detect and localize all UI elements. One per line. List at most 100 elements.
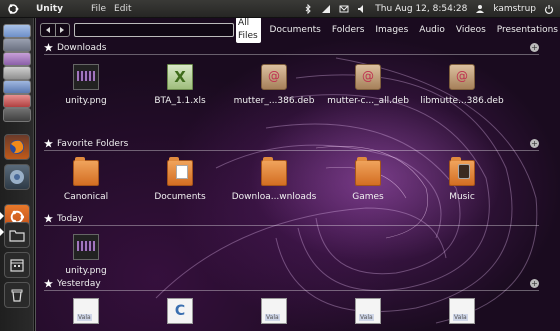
filter-audio[interactable]: Audio [417, 24, 447, 37]
launcher-tile[interactable] [3, 94, 31, 108]
folder-icon [261, 157, 287, 186]
power-icon[interactable] [544, 4, 554, 14]
dash-overlay: All Files Documents Folders Images Audio… [35, 18, 560, 331]
firefox-launcher-button[interactable] [4, 134, 30, 160]
star-icon [44, 139, 53, 148]
item-label: unity.png [65, 96, 107, 106]
expand-section-button[interactable]: + [530, 279, 539, 288]
trash-launcher-button[interactable] [4, 282, 30, 308]
folder-item[interactable]: Downloa...wnloads [229, 157, 319, 202]
yesterday-item[interactable] [41, 298, 131, 330]
item-label: Canonical [63, 192, 109, 202]
folder-icon [9, 230, 25, 242]
back-button[interactable] [41, 24, 55, 36]
today-item[interactable]: unity.png [41, 234, 131, 276]
launcher-tile[interactable] [3, 108, 31, 122]
launcher-tile[interactable] [3, 66, 31, 80]
applications-launcher-button[interactable] [4, 252, 30, 278]
section-header-today[interactable]: Today [44, 212, 539, 226]
item-label: Downloa...wnloads [231, 192, 317, 202]
back-arrow-icon [45, 27, 50, 33]
item-label: libmutte...386.deb [420, 96, 504, 106]
debian-package-icon [261, 64, 287, 90]
yesterday-item[interactable] [229, 298, 319, 330]
folder-item[interactable]: Documents [135, 157, 225, 202]
section-title: Yesterday [57, 278, 101, 289]
browser-icon [10, 170, 24, 184]
star-icon [44, 214, 53, 223]
debian-package-icon [449, 64, 475, 90]
filter-documents[interactable]: Documents [268, 24, 323, 37]
trash-icon [11, 289, 23, 302]
launcher-tile[interactable] [3, 52, 31, 66]
download-item[interactable]: mutter_...386.deb [229, 64, 319, 106]
star-icon [44, 43, 53, 52]
expand-section-button[interactable]: + [530, 43, 539, 52]
firefox-icon [10, 140, 24, 154]
section-header-downloads[interactable]: Downloads + [44, 41, 539, 55]
network-icon[interactable] [321, 4, 331, 14]
menu-file[interactable]: File [91, 4, 106, 14]
item-label: BTA_1.1.xls [154, 96, 206, 106]
nav-arrows [40, 23, 70, 37]
yesterday-item[interactable] [135, 298, 225, 330]
filter-bar: All Files Documents Folders Images Audio… [236, 18, 560, 43]
filter-videos[interactable]: Videos [454, 24, 488, 37]
item-label: mutter_...386.deb [233, 96, 315, 106]
debian-package-icon [355, 64, 381, 90]
image-file-icon [73, 234, 99, 260]
user-icon [476, 4, 485, 13]
spreadsheet-file-icon: X [167, 64, 193, 90]
item-label: Documents [154, 192, 206, 202]
user-name[interactable]: kamstrup [493, 4, 536, 14]
folder-icon [355, 157, 381, 186]
launcher-tile[interactable] [3, 80, 31, 94]
section-header-yesterday[interactable]: Yesterday + [44, 277, 539, 291]
filter-folders[interactable]: Folders [330, 24, 367, 37]
download-item[interactable]: unity.png [41, 64, 131, 106]
section-header-favorite-folders[interactable]: Favorite Folders + [44, 137, 539, 151]
forward-arrow-icon [60, 27, 65, 33]
clock[interactable]: Thu Aug 12, 8:54:28 [375, 4, 467, 14]
item-label: unity.png [65, 266, 107, 276]
filter-all-files[interactable]: All Files [236, 18, 261, 43]
filter-images[interactable]: Images [373, 24, 410, 37]
launcher-tile[interactable] [3, 38, 31, 52]
yesterday-item[interactable] [417, 298, 507, 330]
app-title: Unity [36, 3, 63, 14]
vala-file-icon [73, 298, 99, 324]
folder-item[interactable]: Canonical [41, 157, 131, 202]
vala-file-icon [449, 298, 475, 324]
launcher-tile[interactable] [3, 24, 31, 38]
item-label: mutter-c..._all.deb [327, 96, 409, 106]
calendar-icon [10, 259, 24, 272]
download-item[interactable]: libmutte...386.deb [417, 64, 507, 106]
bluetooth-icon[interactable] [303, 3, 313, 14]
folder-icon [73, 157, 99, 186]
indicator-area: Thu Aug 12, 8:54:28 kamstrup [303, 3, 554, 14]
star-icon [44, 279, 53, 288]
forward-button[interactable] [54, 24, 70, 36]
download-item[interactable]: X BTA_1.1.xls [135, 64, 225, 106]
menu-edit[interactable]: Edit [114, 4, 131, 14]
ubuntu-logo-icon [8, 3, 19, 14]
mail-icon[interactable] [339, 4, 349, 14]
ubuntu-logo-button[interactable] [0, 0, 26, 18]
item-label: Music [449, 192, 475, 202]
c-source-file-icon [167, 298, 193, 324]
search-input[interactable] [74, 23, 234, 37]
folder-documents-icon [167, 157, 193, 186]
launcher-collapsed-stack[interactable] [3, 22, 31, 126]
filter-presentations[interactable]: Presentations [495, 24, 560, 37]
folder-item[interactable]: Games [323, 157, 413, 202]
expand-section-button[interactable]: + [530, 139, 539, 148]
yesterday-item[interactable] [323, 298, 413, 330]
section-title: Favorite Folders [57, 138, 129, 149]
download-item[interactable]: mutter-c..._all.deb [323, 64, 413, 106]
files-launcher-button[interactable] [4, 222, 30, 248]
folder-item[interactable]: Music [417, 157, 507, 202]
volume-icon[interactable] [357, 4, 367, 14]
chromium-launcher-button[interactable] [4, 164, 30, 190]
launcher [0, 18, 34, 331]
vala-file-icon [261, 298, 287, 324]
